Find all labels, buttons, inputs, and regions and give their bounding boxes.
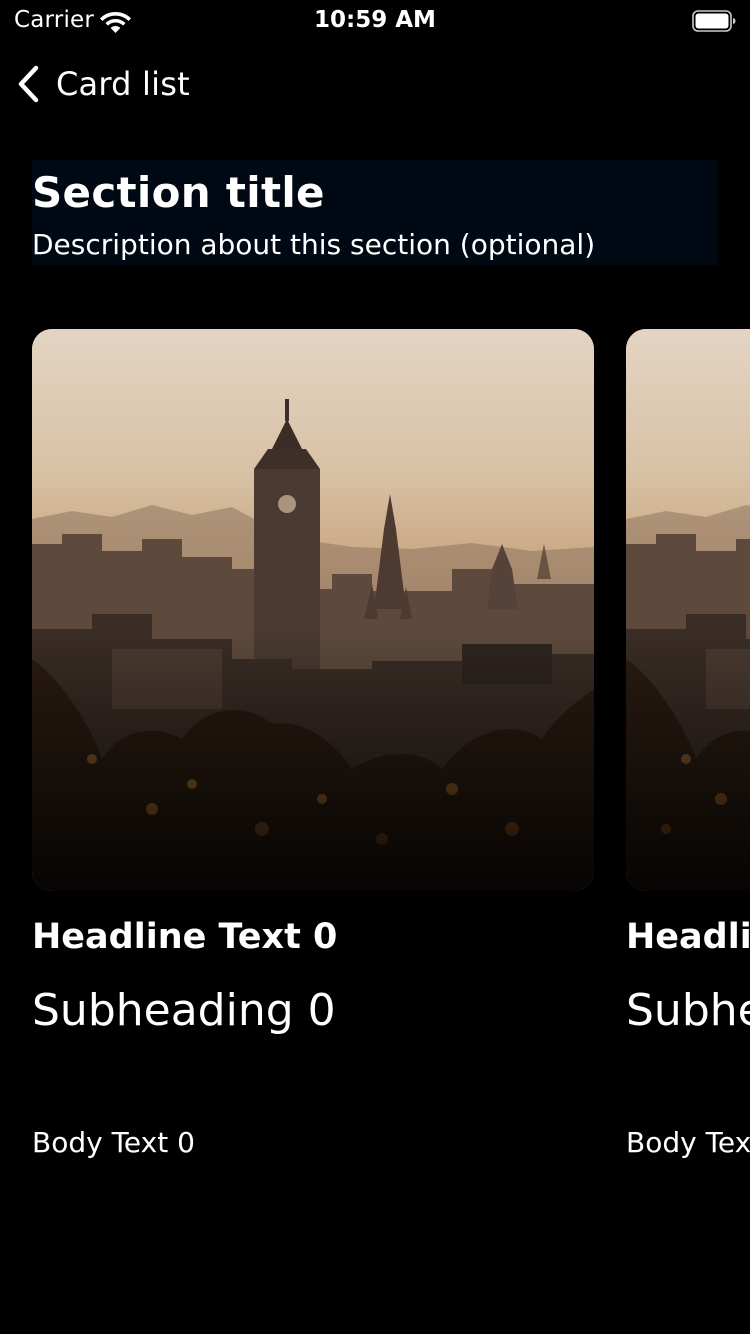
card-body: Body Text 1 [626, 1126, 750, 1159]
section-description: Description about this section (optional… [32, 228, 596, 261]
card[interactable]: Headline Text 0 Subheading 0 Body Text 0 [32, 329, 594, 1209]
status-bar: Carrier 10:59 AM [0, 0, 750, 40]
section-header: Section title Description about this sec… [32, 160, 718, 265]
card-body: Body Text 0 [32, 1126, 195, 1159]
battery-icon [692, 10, 736, 32]
card-subheading: Subheading 0 [32, 985, 336, 1036]
city-skyline-photo [626, 329, 750, 891]
card-headline: Headline Text 1 [626, 917, 750, 957]
back-button[interactable]: Card list [14, 56, 190, 112]
chevron-left-icon [18, 65, 39, 103]
card-image [626, 329, 750, 891]
card-subheading: Subheading 1 [626, 985, 750, 1036]
city-skyline-photo [32, 329, 594, 891]
section-title: Section title [32, 168, 325, 217]
card-carousel[interactable]: Headline Text 0 Subheading 0 Body Text 0 [0, 329, 750, 1229]
card[interactable]: Headline Text 1 Subheading 1 Body Text 1 [626, 329, 750, 1209]
card-headline: Headline Text 0 [32, 917, 338, 957]
nav-title: Card list [56, 65, 190, 103]
clock: 10:59 AM [314, 7, 436, 33]
navigation-bar: Card list [0, 56, 750, 112]
card-image [32, 329, 594, 891]
